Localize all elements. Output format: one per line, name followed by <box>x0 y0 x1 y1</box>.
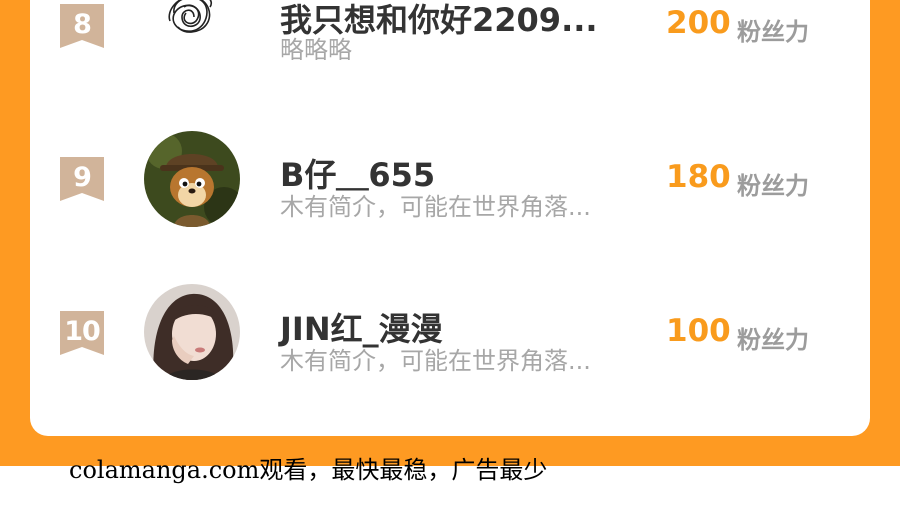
chipmunk-avatar[interactable] <box>144 131 240 227</box>
rank-number: 9 <box>73 162 92 193</box>
ranking-card: 8 我只想和你好2209... 略略略 200 粉丝力 9 B仔＿655 木有简… <box>30 0 870 436</box>
rank-number: 8 <box>73 9 92 40</box>
fan-power-unit: 粉丝力 <box>737 18 809 46</box>
ranking-row[interactable]: 10 JIN红_漫漫 木有简介，可能在世界角落... 100 粉丝力 <box>30 284 870 384</box>
ranking-row[interactable]: 8 我只想和你好2209... 略略略 200 粉丝力 <box>30 0 870 67</box>
fan-power-score: 100 <box>666 313 731 349</box>
rank-badge: 9 <box>60 157 104 201</box>
fan-power-unit: 粉丝力 <box>737 172 809 200</box>
fan-power-score: 200 <box>666 5 731 41</box>
rank-badge: 10 <box>60 311 104 355</box>
site-caption: colamanga.com观看，最快最稳，广告最少 <box>69 456 548 484</box>
fan-power-score: 180 <box>666 159 731 195</box>
rank-badge: 8 <box>60 4 104 48</box>
rank-number: 10 <box>64 316 101 347</box>
user-description: 木有简介，可能在世界角落... <box>280 347 591 375</box>
ranking-row[interactable]: 9 B仔＿655 木有简介，可能在世界角落... 180 粉丝力 <box>30 130 870 230</box>
user-description: 木有简介，可能在世界角落... <box>280 193 591 221</box>
girl-photo-avatar[interactable] <box>144 284 240 380</box>
fan-power-unit: 粉丝力 <box>737 326 809 354</box>
user-description: 略略略 <box>280 36 352 64</box>
scribble-avatar[interactable] <box>144 0 240 67</box>
